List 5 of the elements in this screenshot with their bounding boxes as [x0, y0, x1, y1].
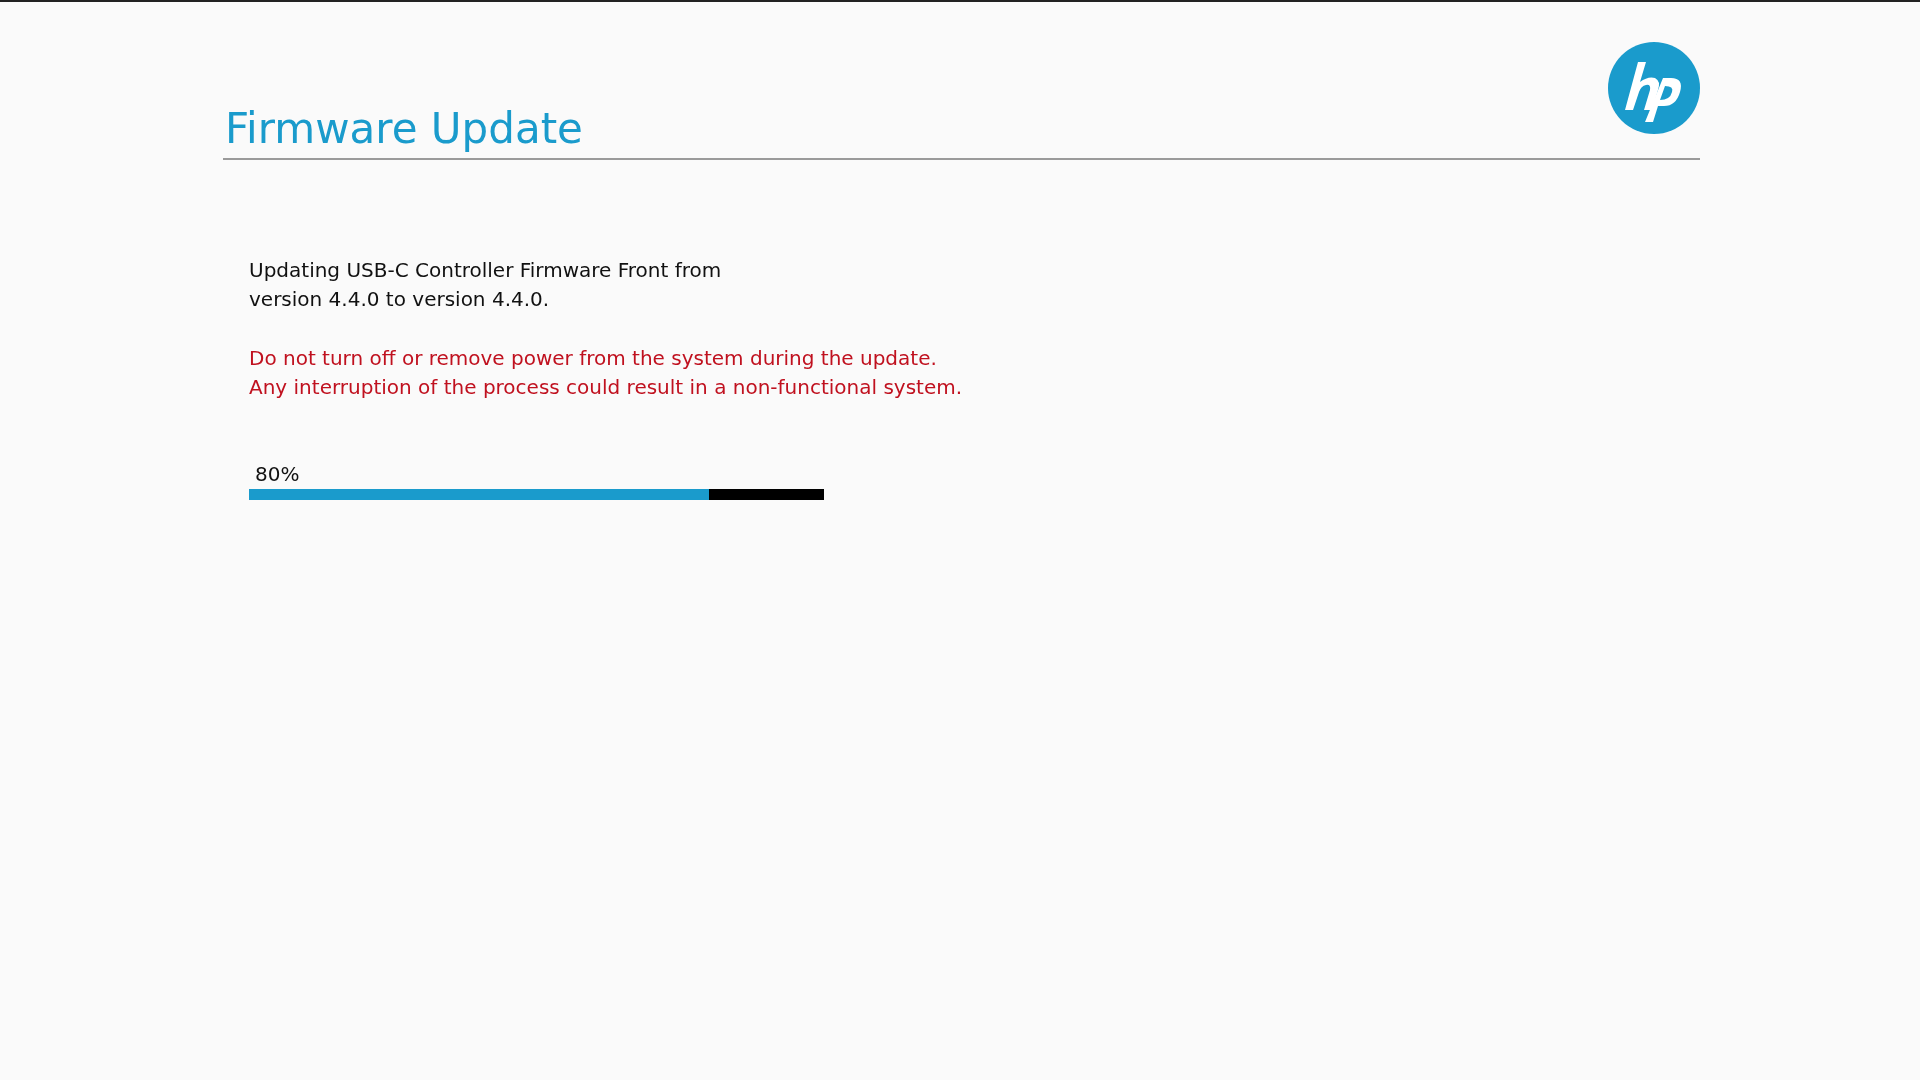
progress-percent: 80% [255, 462, 300, 486]
update-message: Updating USB-C Controller Firmware Front from version 4.4.0 to version 4.4.0. [249, 257, 723, 313]
warning-message: Do not turn off or remove power from the system during the update. Any interruption of the process could result in a non-functional system. [249, 345, 964, 401]
logo-icon [1608, 42, 1700, 134]
page-title: Firmware Update [225, 103, 583, 154]
